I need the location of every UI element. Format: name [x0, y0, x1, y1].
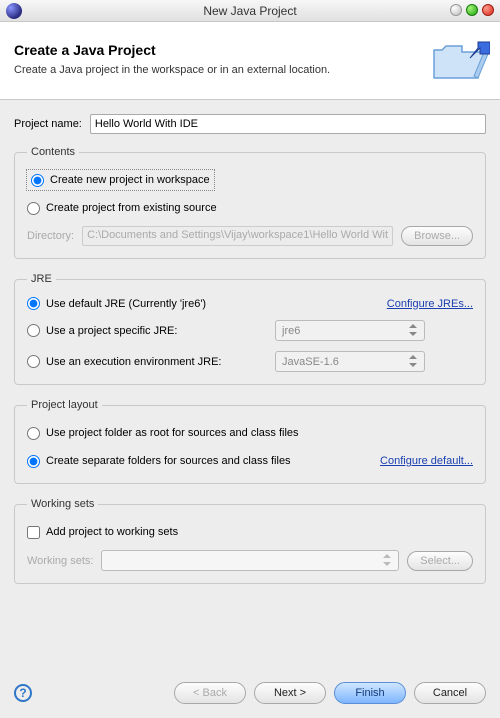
configure-default-link[interactable]: Configure default... [380, 455, 473, 467]
radio-root-folder-label: Use project folder as root for sources a… [46, 427, 299, 439]
project-layout-legend: Project layout [27, 399, 102, 411]
chevron-updown-icon [406, 354, 420, 369]
window-title: New Java Project [0, 4, 500, 18]
project-name-label: Project name: [14, 118, 82, 130]
help-icon[interactable]: ? [14, 684, 32, 702]
page-subtitle: Create a Java project in the workspace o… [14, 64, 486, 76]
jre-legend: JRE [27, 273, 56, 285]
main-content: Project name: Contents Create new projec… [0, 100, 500, 604]
radio-specific-jre-label: Use a project specific JRE: [46, 325, 177, 337]
configure-jres-link[interactable]: Configure JREs... [387, 298, 473, 310]
radio-separate-folders-label: Create separate folders for sources and … [46, 455, 291, 467]
env-jre-value: JavaSE-1.6 [282, 356, 339, 368]
page-title: Create a Java Project [14, 42, 486, 58]
directory-label: Directory: [27, 230, 74, 242]
project-layout-group: Project layout Use project folder as roo… [14, 399, 486, 484]
select-button[interactable]: Select... [407, 551, 473, 571]
wizard-banner: Create a Java Project Create a Java proj… [0, 22, 500, 100]
checkbox-add-working-set-label: Add project to working sets [46, 526, 178, 538]
working-sets-combo [101, 550, 399, 571]
radio-default-jre[interactable] [27, 297, 40, 310]
finish-button[interactable]: Finish [334, 682, 406, 704]
close-icon[interactable] [482, 4, 494, 16]
working-sets-label: Working sets: [27, 555, 93, 567]
wizard-footer: ? < Back Next > Finish Cancel [0, 670, 500, 718]
radio-env-jre[interactable] [27, 355, 40, 368]
env-jre-combo[interactable]: JavaSE-1.6 [275, 351, 425, 372]
radio-specific-jre[interactable] [27, 324, 40, 337]
browse-button[interactable]: Browse... [401, 226, 473, 246]
chevron-updown-icon [380, 553, 394, 568]
chevron-updown-icon [406, 323, 420, 338]
jre-group: JRE Use default JRE (Currently 'jre6') C… [14, 273, 486, 385]
radio-existing-source-label: Create project from existing source [46, 202, 217, 214]
working-sets-legend: Working sets [27, 498, 98, 510]
directory-field: C:\Documents and Settings\Vijay\workspac… [82, 226, 393, 246]
cancel-button[interactable]: Cancel [414, 682, 486, 704]
contents-group: Contents Create new project in workspace… [14, 146, 486, 259]
titlebar: New Java Project [0, 0, 500, 22]
working-sets-group: Working sets Add project to working sets… [14, 498, 486, 584]
folder-arrow-icon [432, 34, 490, 84]
radio-separate-folders[interactable] [27, 455, 40, 468]
radio-env-jre-label: Use an execution environment JRE: [46, 356, 221, 368]
next-button[interactable]: Next > [254, 682, 326, 704]
radio-new-project[interactable] [31, 174, 44, 187]
radio-default-jre-label: Use default JRE (Currently 'jre6') [46, 298, 206, 310]
checkbox-add-working-set[interactable] [27, 526, 40, 539]
back-button[interactable]: < Back [174, 682, 246, 704]
specific-jre-combo[interactable]: jre6 [275, 320, 425, 341]
specific-jre-value: jre6 [282, 325, 300, 337]
contents-legend: Contents [27, 146, 79, 158]
radio-existing-source[interactable] [27, 202, 40, 215]
project-name-input[interactable] [90, 114, 486, 134]
zoom-icon[interactable] [466, 4, 478, 16]
window-controls [450, 4, 494, 16]
radio-root-folder[interactable] [27, 427, 40, 440]
radio-new-project-label: Create new project in workspace [50, 174, 210, 186]
eclipse-icon [6, 3, 22, 19]
minimize-icon[interactable] [450, 4, 462, 16]
